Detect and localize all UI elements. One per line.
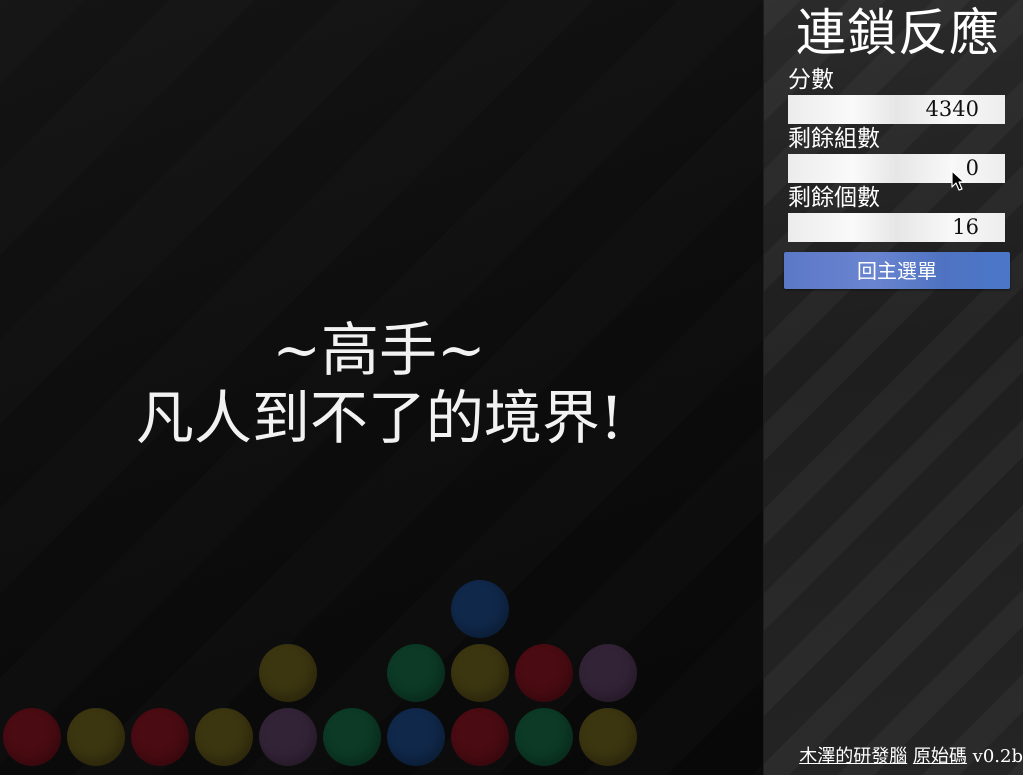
- ball-blue[interactable]: [451, 580, 509, 638]
- rank-comment: 凡人到不了的境界!: [135, 384, 624, 453]
- ball-yellow[interactable]: [195, 708, 253, 766]
- ball-yellow[interactable]: [451, 644, 509, 702]
- remaining-balls-label: 剩餘個數: [788, 185, 880, 211]
- ball-green[interactable]: [323, 708, 381, 766]
- ball-green[interactable]: [387, 644, 445, 702]
- side-panel: 連鎖反應 分數 4340 剩餘組數 0 剩餘個數 16 回主選單 木澤的研發腦 …: [764, 0, 1023, 775]
- ball-yellow[interactable]: [67, 708, 125, 766]
- ball-red[interactable]: [3, 708, 61, 766]
- ball-yellow[interactable]: [579, 708, 637, 766]
- ball-purple[interactable]: [259, 708, 317, 766]
- result-message: ~高手~ 凡人到不了的境界!: [0, 316, 763, 453]
- remaining-balls-value: 16: [788, 213, 1005, 242]
- ball-red[interactable]: [515, 644, 573, 702]
- ball-red[interactable]: [131, 708, 189, 766]
- version-label: v0.2b: [972, 746, 1023, 767]
- score-value: 4340: [788, 95, 1005, 124]
- author-link[interactable]: 木澤的研發腦: [799, 746, 907, 767]
- ball-green[interactable]: [515, 708, 573, 766]
- main-menu-button[interactable]: 回主選單: [784, 252, 1010, 289]
- footer: 木澤的研發腦 原始碼 v0.2b: [799, 745, 1023, 769]
- game-title: 連鎖反應: [796, 4, 1000, 62]
- remaining-groups-value: 0: [788, 154, 1005, 183]
- mouse-cursor-icon: [951, 170, 965, 191]
- remaining-groups-label: 剩餘組數: [788, 126, 880, 152]
- game-window: ~高手~ 凡人到不了的境界! 連鎖反應 分數 4340 剩餘組數 0 剩餘個數 …: [0, 0, 1023, 775]
- ball-yellow[interactable]: [259, 644, 317, 702]
- ball-blue[interactable]: [387, 708, 445, 766]
- game-board[interactable]: ~高手~ 凡人到不了的境界!: [0, 0, 764, 775]
- rank-title: ~高手~: [272, 316, 486, 384]
- source-code-link[interactable]: 原始碼: [913, 746, 967, 767]
- ball-red[interactable]: [451, 708, 509, 766]
- score-label: 分數: [788, 67, 834, 93]
- ball-purple[interactable]: [579, 644, 637, 702]
